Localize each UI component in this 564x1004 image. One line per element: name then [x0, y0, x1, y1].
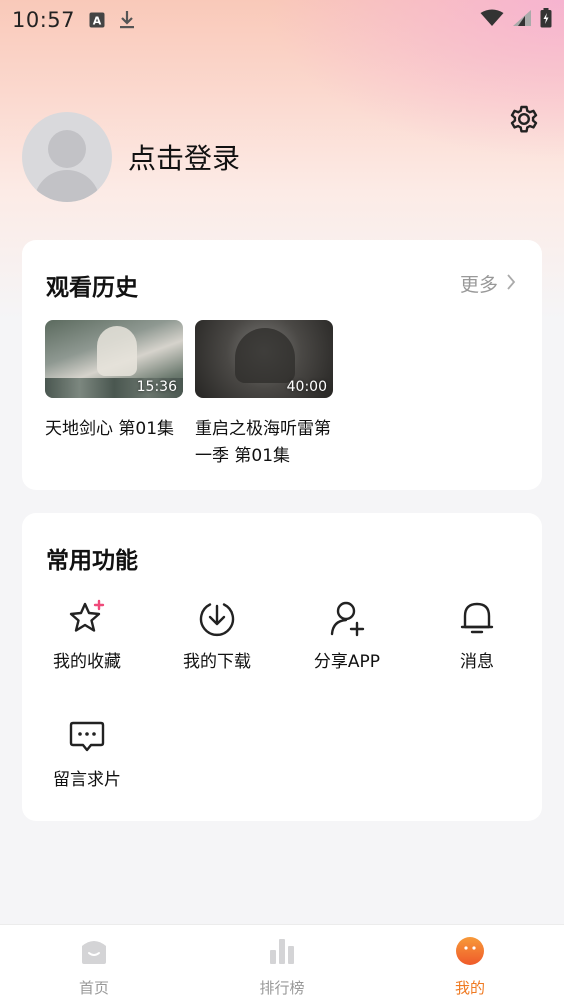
video-thumbnail[interactable]: 40:00 — [195, 320, 333, 398]
download-icon — [119, 10, 135, 30]
add-user-icon — [326, 597, 368, 639]
battery-icon — [540, 8, 552, 32]
ranking-icon — [266, 935, 298, 967]
settings-button[interactable] — [506, 101, 542, 137]
history-title: 观看历史 — [46, 275, 138, 301]
request-movie-button[interactable]: 留言求片 — [22, 715, 152, 790]
messages-label: 消息 — [460, 652, 494, 672]
gear-icon — [506, 105, 542, 141]
video-thumbnail[interactable]: 15:36 — [45, 320, 183, 398]
avatar-head — [48, 130, 86, 168]
request-movie-label: 留言求片 — [53, 770, 121, 790]
chevron-right-icon — [506, 273, 516, 295]
nav-home[interactable]: 首页 — [0, 925, 188, 1004]
nav-mine[interactable]: 我的 — [376, 925, 564, 1004]
svg-text:A: A — [93, 15, 102, 28]
more-label: 更多 — [459, 274, 498, 296]
wifi-icon — [480, 9, 504, 31]
history-card: 观看历史 更多 15:36 天地剑心 第01集 40:00 重启之极海听雷第一季… — [22, 240, 542, 490]
avatar-shoulders — [34, 170, 100, 202]
nav-home-label: 首页 — [78, 979, 109, 997]
downloads-label: 我的下载 — [183, 652, 251, 672]
video-title[interactable]: 天地剑心 第01集 — [45, 416, 183, 443]
profile-section[interactable]: 点击登录 — [22, 112, 240, 202]
nav-mine-label: 我的 — [454, 979, 485, 997]
thumbnail-figure — [97, 326, 137, 376]
bottom-nav: 首页 排行榜 我的 — [0, 924, 564, 1004]
star-icon — [66, 597, 108, 639]
favorites-label: 我的收藏 — [53, 652, 121, 672]
chat-bubble-icon — [66, 715, 108, 757]
bell-icon — [456, 597, 498, 639]
status-time: 10:57 — [12, 8, 76, 32]
downloads-button[interactable]: 我的下载 — [152, 597, 282, 672]
share-app-label: 分享APP — [313, 652, 381, 672]
favorites-button[interactable]: 我的收藏 — [22, 597, 152, 672]
nav-ranking-label: 排行榜 — [259, 979, 305, 997]
video-title[interactable]: 重启之极海听雷第一季 第01集 — [195, 416, 333, 470]
download-circle-icon — [196, 597, 238, 639]
thumbnail-tree — [235, 328, 295, 383]
history-item[interactable]: 15:36 天地剑心 第01集 — [45, 320, 183, 470]
functions-title: 常用功能 — [46, 548, 138, 574]
login-link[interactable]: 点击登录 — [128, 137, 240, 177]
history-list: 15:36 天地剑心 第01集 40:00 重启之极海听雷第一季 第01集 — [45, 320, 333, 470]
text-a-icon: A — [89, 12, 105, 28]
share-app-button[interactable]: 分享APP — [282, 597, 412, 672]
home-icon — [78, 935, 110, 967]
history-more-link[interactable]: 更多 — [460, 270, 516, 297]
signal-icon — [512, 9, 532, 31]
messages-button[interactable]: 消息 — [412, 597, 542, 672]
avatar[interactable] — [22, 112, 112, 202]
functions-card: 常用功能 我的收藏 我的下载 分享APP 消息 留言求片 — [22, 513, 542, 821]
status-bar: 10:57 A — [0, 0, 564, 40]
mine-icon — [454, 935, 486, 967]
video-duration: 15:36 — [136, 379, 177, 395]
history-item[interactable]: 40:00 重启之极海听雷第一季 第01集 — [195, 320, 333, 470]
video-duration: 40:00 — [286, 379, 327, 395]
nav-ranking[interactable]: 排行榜 — [188, 925, 376, 1004]
